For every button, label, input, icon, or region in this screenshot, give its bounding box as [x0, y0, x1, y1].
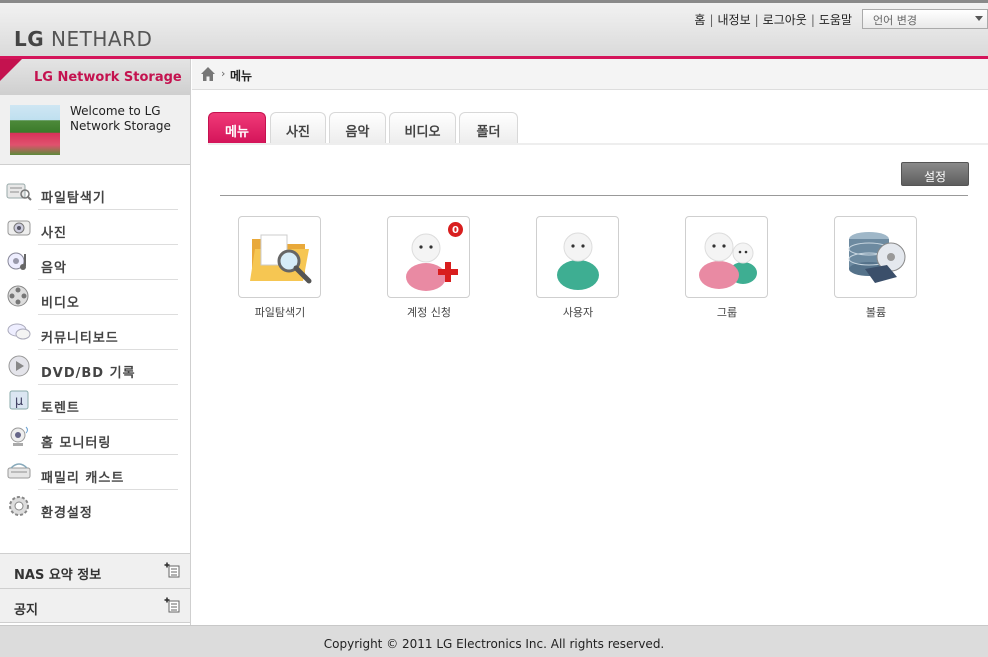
- copyright-text: Copyright © 2011 LG Electronics Inc. All…: [323, 637, 665, 651]
- chevron-down-icon: [975, 16, 983, 21]
- welcome-text: Welcome to LG Network Storage: [70, 104, 171, 133]
- settings-button[interactable]: 설정: [901, 162, 969, 186]
- file-explorer-icon: [6, 183, 32, 201]
- group-icon: [699, 232, 757, 289]
- language-select-label: 언어 변경: [873, 14, 917, 27]
- sidebar-item-label: 패밀리 캐스트: [41, 471, 125, 486]
- sidebar-item-label: 비디오: [41, 296, 80, 311]
- user-icon: [557, 232, 599, 290]
- sidebar-item-photo[interactable]: 사진: [0, 210, 190, 245]
- sidebar-item-label: 파일탐색기: [41, 191, 106, 206]
- my-info-link[interactable]: 내정보: [717, 13, 750, 27]
- header: LG NETHARD 홈 | 내정보 | 로그아웃 | 도움말 언어 변경: [0, 0, 988, 58]
- tab-folder[interactable]: 폴더: [459, 112, 518, 143]
- add-note-icon[interactable]: [164, 597, 180, 613]
- video-reel-icon: [7, 285, 29, 307]
- sidebar-title: LG Network Storage: [0, 59, 190, 95]
- tab-underline: [208, 143, 988, 145]
- sidebar-title-label: LG Network Storage: [34, 70, 182, 85]
- app-file-explorer[interactable]: [238, 216, 321, 298]
- home-icon[interactable]: [200, 66, 216, 82]
- nas-summary-label: NAS 요약 정보: [14, 568, 102, 583]
- gear-icon: [9, 496, 29, 516]
- music-icon: [7, 252, 26, 270]
- corner-ribbon-icon: [0, 59, 22, 81]
- sidebar-menu: 파일탐색기 사진 음악 비디오 커뮤니티보드 DVD/BD 기록 µ 토렌트 홈…: [0, 165, 190, 525]
- sidebar-item-label: 환경설정: [41, 506, 93, 521]
- top-links: 홈 | 내정보 | 로그아웃 | 도움말: [694, 13, 852, 27]
- app-volume[interactable]: [834, 216, 917, 298]
- breadcrumb-separator: ›: [221, 67, 226, 80]
- sidebar-item-label: 토렌트: [41, 401, 80, 416]
- sidebar-item-dvd[interactable]: DVD/BD 기록: [0, 350, 190, 385]
- nas-summary-row[interactable]: NAS 요약 정보: [0, 553, 190, 588]
- community-icon: [7, 323, 31, 340]
- notification-badge: 0: [447, 221, 464, 238]
- svg-text:µ: µ: [15, 394, 23, 409]
- sidebar-item-torrent[interactable]: µ 토렌트: [0, 385, 190, 420]
- sidebar-item-label: 커뮤니티보드: [41, 331, 119, 346]
- sidebar-item-community[interactable]: 커뮤니티보드: [0, 315, 190, 350]
- sidebar: LG Network Storage Welcome to LG Network…: [0, 59, 191, 625]
- tab-video[interactable]: 비디오: [389, 112, 456, 143]
- family-cast-icon: [7, 463, 31, 479]
- breadcrumb-current: 메뉴: [230, 69, 253, 83]
- camera-icon: [7, 220, 31, 236]
- sidebar-item-home-monitoring[interactable]: 홈 모니터링: [0, 420, 190, 455]
- app-label: 파일탐색기: [254, 306, 306, 319]
- app-account-request[interactable]: 0: [387, 216, 470, 298]
- torrent-icon: µ: [9, 390, 29, 410]
- help-link[interactable]: 도움말: [819, 13, 852, 27]
- sidebar-item-family-cast[interactable]: 패밀리 캐스트: [0, 455, 190, 490]
- sidebar-item-music[interactable]: 음악: [0, 245, 190, 280]
- sidebar-item-video[interactable]: 비디오: [0, 280, 190, 315]
- content-divider: [220, 195, 968, 196]
- footer: Copyright © 2011 LG Electronics Inc. All…: [0, 625, 988, 657]
- app-label: 계정 신청: [407, 306, 451, 319]
- app-user[interactable]: [536, 216, 619, 298]
- disc-icon: [8, 355, 30, 377]
- app-label: 그룹: [716, 306, 738, 319]
- tab-music[interactable]: 음악: [329, 112, 386, 143]
- volume-icon: [848, 232, 906, 283]
- sidebar-item-file-explorer[interactable]: 파일탐색기: [0, 175, 190, 210]
- language-select[interactable]: 언어 변경: [862, 9, 988, 29]
- home-link[interactable]: 홈: [694, 13, 705, 27]
- garden-thumbnail: [10, 105, 60, 155]
- welcome-panel: Welcome to LG Network Storage: [0, 95, 190, 165]
- app-label: 사용자: [562, 306, 594, 319]
- sidebar-item-label: 사진: [41, 226, 67, 241]
- sidebar-item-settings[interactable]: 환경설정: [0, 490, 190, 525]
- add-note-icon[interactable]: [164, 562, 180, 578]
- logo[interactable]: LG NETHARD: [14, 27, 152, 51]
- notice-row[interactable]: 공지: [0, 588, 190, 623]
- sidebar-item-label: 홈 모니터링: [41, 436, 112, 451]
- breadcrumb: › 메뉴: [192, 59, 988, 90]
- sidebar-item-label: DVD/BD 기록: [41, 366, 136, 381]
- folder-search-icon: [250, 234, 312, 284]
- notice-label: 공지: [14, 603, 38, 618]
- tab-photo[interactable]: 사진: [270, 112, 326, 143]
- app-label: 볼륨: [865, 306, 887, 319]
- logout-link[interactable]: 로그아웃: [763, 13, 807, 27]
- webcam-icon: [10, 426, 28, 446]
- app-group[interactable]: [685, 216, 768, 298]
- tab-menu[interactable]: 메뉴: [208, 112, 266, 143]
- sidebar-item-label: 음악: [41, 261, 67, 276]
